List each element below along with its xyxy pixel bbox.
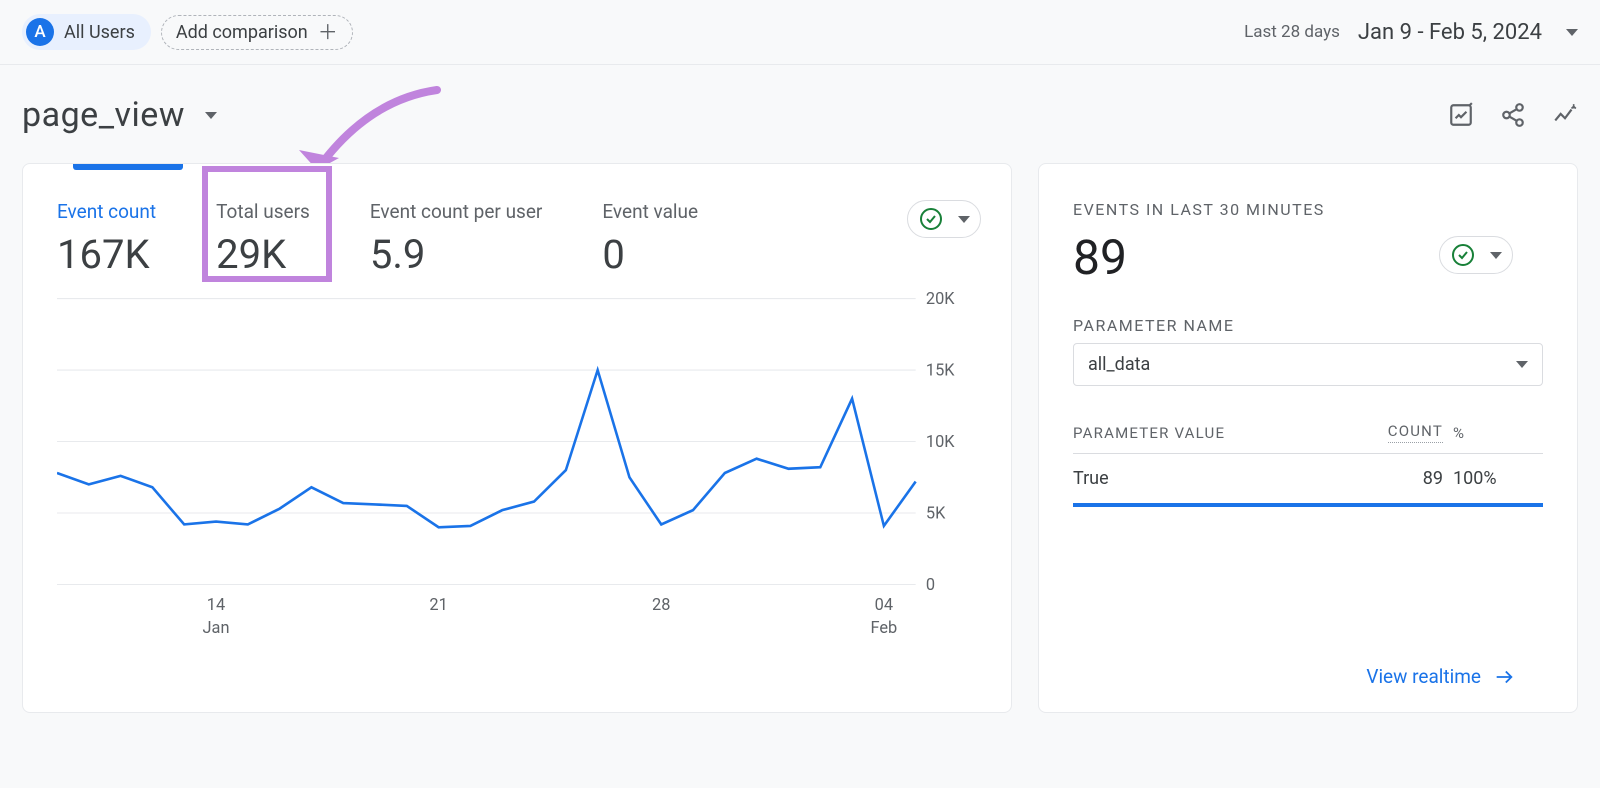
svg-text:04: 04 (875, 596, 893, 615)
date-range-label: Jan 9 - Feb 5, 2024 (1358, 20, 1542, 45)
title-bar: page_view (0, 65, 1600, 163)
svg-text:Jan: Jan (203, 619, 230, 638)
view-realtime-label: View realtime (1366, 665, 1481, 688)
metric-event-count[interactable]: Event count 167K (57, 200, 156, 278)
cell-count: 89 (1353, 468, 1443, 489)
customize-report-icon[interactable] (1448, 102, 1474, 128)
realtime-title: EVENTS IN LAST 30 MINUTES (1073, 200, 1543, 219)
parameter-name-value: all_data (1088, 354, 1150, 375)
check-circle-icon (920, 208, 942, 230)
svg-text:21: 21 (429, 596, 447, 615)
chevron-down-icon (1490, 252, 1502, 259)
cell-value: True (1073, 468, 1343, 489)
chevron-down-icon (205, 112, 217, 119)
top-filter-bar: A All Users Add comparison ＋ Last 28 day… (0, 0, 1600, 65)
view-realtime-link[interactable]: View realtime (1366, 665, 1515, 688)
audience-avatar: A (26, 18, 54, 46)
audience-label: All Users (64, 22, 135, 43)
metric-label: Event value (602, 200, 698, 223)
svg-text:0: 0 (926, 576, 935, 595)
chevron-down-icon (1566, 29, 1578, 36)
share-icon[interactable] (1500, 102, 1526, 128)
add-comparison-button[interactable]: Add comparison ＋ (161, 15, 353, 50)
metric-label: Event count per user (370, 200, 543, 223)
metrics-chart-card: Event count 167K Total users 29K Event c… (22, 163, 1012, 713)
top-filter-left: A All Users Add comparison ＋ (22, 14, 353, 50)
parameter-table-head: PARAMETER VALUE COUNT % (1073, 422, 1543, 454)
parameter-table: PARAMETER VALUE COUNT % True 89 100% (1073, 422, 1543, 507)
svg-text:5K: 5K (926, 504, 946, 523)
metric-label: Total users (216, 200, 310, 223)
svg-text:28: 28 (652, 596, 670, 615)
line-chart-svg: 0 5K 10K 15K 20K 14 Jan 21 28 04 Feb (57, 288, 977, 648)
metric-total-users[interactable]: Total users 29K (216, 200, 310, 278)
realtime-card: EVENTS IN LAST 30 MINUTES 89 PARAMETER N… (1038, 163, 1578, 713)
row-bar (1073, 503, 1543, 507)
plus-icon: ＋ (318, 22, 338, 42)
chevron-down-icon (1516, 361, 1528, 368)
cell-percent: 100% (1453, 468, 1543, 489)
th-count: COUNT (1388, 422, 1443, 443)
table-row[interactable]: True 89 100% (1073, 454, 1543, 499)
data-quality-menu[interactable] (907, 200, 981, 238)
metric-value: 29K (216, 231, 310, 278)
th-percent: % (1453, 424, 1543, 442)
metric-value: 167K (57, 231, 156, 278)
event-selector[interactable]: page_view (22, 95, 217, 135)
title-actions (1448, 102, 1578, 128)
audience-chip[interactable]: A All Users (22, 14, 151, 50)
arrow-right-icon (1493, 666, 1515, 688)
add-comparison-label: Add comparison (176, 22, 308, 43)
svg-text:Feb: Feb (871, 619, 898, 638)
metric-value: 0 (602, 231, 698, 278)
cards-row: Event count 167K Total users 29K Event c… (0, 163, 1600, 713)
metric-event-count-per-user[interactable]: Event count per user 5.9 (370, 200, 543, 278)
metric-value: 5.9 (370, 231, 543, 278)
insights-icon[interactable] (1552, 102, 1578, 128)
date-range-picker[interactable]: Last 28 days Jan 9 - Feb 5, 2024 (1244, 20, 1578, 45)
metric-label: Event count (57, 200, 156, 223)
chevron-down-icon (958, 216, 970, 223)
svg-text:10K: 10K (926, 433, 955, 452)
svg-text:15K: 15K (926, 361, 955, 380)
svg-text:14: 14 (207, 596, 225, 615)
svg-text:20K: 20K (926, 290, 955, 309)
metric-event-value[interactable]: Event value 0 (602, 200, 698, 278)
parameter-name-select[interactable]: all_data (1073, 343, 1543, 386)
page-title: page_view (22, 95, 185, 135)
date-preset-label: Last 28 days (1244, 22, 1340, 42)
line-chart[interactable]: 0 5K 10K 15K 20K 14 Jan 21 28 04 Feb (23, 288, 1011, 648)
th-parameter-value: PARAMETER VALUE (1073, 424, 1343, 442)
check-circle-icon (1452, 244, 1474, 266)
parameter-name-label: PARAMETER NAME (1073, 316, 1543, 335)
data-quality-menu[interactable] (1439, 236, 1513, 274)
metrics-row: Event count 167K Total users 29K Event c… (23, 164, 1011, 288)
